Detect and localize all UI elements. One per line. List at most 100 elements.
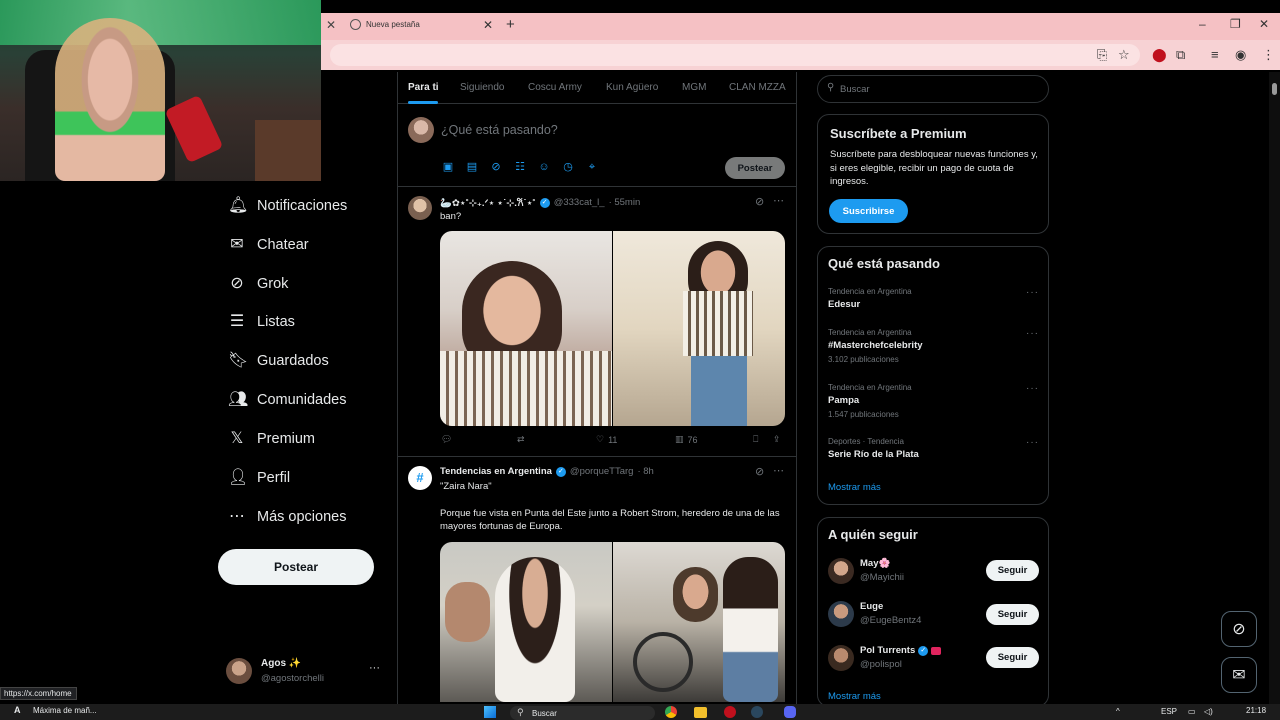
nav-item-premium[interactable]: 𝕏 Premium: [228, 426, 315, 452]
reply-button[interactable]: 💬︎: [441, 434, 452, 445]
follow-button[interactable]: Seguir: [986, 604, 1039, 625]
verified-icon: ✓: [918, 645, 929, 656]
nav-item-grok[interactable]: ⊘ Grok: [228, 271, 288, 297]
opera-icon[interactable]: ⬤: [1152, 47, 1167, 63]
post-handle[interactable]: @333cat_l_: [554, 197, 605, 208]
clock[interactable]: 21:18: [1246, 706, 1266, 715]
media-icon[interactable]: ≡: [1211, 47, 1219, 62]
nav-item-chat[interactable]: ✉︎ Chatear: [228, 232, 308, 258]
more-icon[interactable]: ···: [1026, 287, 1039, 298]
messages-float-button[interactable]: ✉: [1221, 657, 1257, 693]
more-icon[interactable]: ···: [1026, 328, 1039, 339]
post-author[interactable]: Tendencias en Argentina: [440, 466, 552, 477]
tab-coscu-army[interactable]: Coscu Army: [528, 82, 582, 93]
taskbar-notification[interactable]: Máxima de mañ...: [33, 706, 97, 715]
steam-icon[interactable]: [751, 706, 763, 718]
tab-close-icon[interactable]: ✕: [483, 18, 493, 32]
extensions-icon[interactable]: ⧉: [1176, 47, 1185, 63]
trend-item[interactable]: Tendencia en Argentina Edesur ···: [828, 287, 1038, 327]
install-icon[interactable]: ⎘: [1097, 47, 1107, 63]
post-image[interactable]: [440, 231, 612, 426]
post-button[interactable]: Postear: [218, 549, 374, 585]
volume-icon[interactable]: ◁): [1204, 707, 1213, 716]
discord-icon[interactable]: [784, 706, 796, 718]
more-icon[interactable]: ···: [1026, 383, 1039, 394]
post-text-quote: "Zaira Nara": [440, 481, 492, 492]
nav-item-bookmarks[interactable]: 🔖︎ Guardados: [228, 348, 329, 374]
more-icon[interactable]: ⋯: [773, 194, 784, 207]
trend-context: Tendencia en Argentina: [828, 383, 912, 392]
post-author[interactable]: 🦢✿⋆˚⊹₊.ᐟ⋆ ⋆˙⊹.𐙚˙⋆˚: [440, 196, 536, 209]
grok-icon[interactable]: ⊘: [490, 161, 502, 173]
language-indicator[interactable]: ESP: [1161, 707, 1177, 716]
scrollbar[interactable]: [1269, 72, 1280, 704]
address-bar[interactable]: [330, 44, 1140, 66]
grok-float-button[interactable]: ⊘: [1221, 611, 1257, 647]
gif-icon[interactable]: ▤: [466, 161, 478, 173]
windows-start-icon[interactable]: [484, 706, 496, 718]
new-tab-icon[interactable]: +: [506, 16, 515, 33]
subscribe-button[interactable]: Suscribirse: [829, 199, 908, 223]
account-switcher[interactable]: Agos ✨ @agostorchelli ···: [226, 656, 386, 686]
grok-icon[interactable]: ⊘: [755, 465, 764, 478]
nav-item-lists[interactable]: ☰ Listas: [228, 309, 295, 335]
chevron-up-icon[interactable]: ^: [1116, 707, 1120, 716]
nav-item-more[interactable]: ⋯ Más opciones: [228, 504, 346, 530]
tab-for-you[interactable]: Para ti: [408, 82, 439, 93]
share-button[interactable]: ⇪: [773, 434, 781, 445]
image-icon[interactable]: ▣: [442, 161, 454, 173]
folder-icon[interactable]: [694, 707, 707, 718]
taskbar-search[interactable]: ⚲ Buscar: [510, 706, 655, 720]
trend-item[interactable]: Tendencia en Argentina #Masterchefcelebr…: [828, 328, 1038, 378]
chrome-icon[interactable]: [665, 706, 677, 718]
scroll-thumb[interactable]: [1272, 83, 1277, 95]
window-close-icon[interactable]: ✕: [1259, 17, 1269, 31]
tab-kun-aguero[interactable]: Kun Agüero: [606, 82, 658, 93]
tab-mgm[interactable]: MGM: [682, 82, 706, 93]
post-handle[interactable]: @porqueTTarg: [570, 466, 634, 477]
envelope-icon: ✉︎: [230, 236, 244, 253]
post-time: · 55min: [608, 197, 641, 208]
trend-item[interactable]: Tendencia en Argentina Pampa 1.547 publi…: [828, 383, 1038, 433]
post-image[interactable]: [440, 542, 612, 702]
follow-button[interactable]: Seguir: [986, 647, 1039, 668]
opera-icon[interactable]: [724, 706, 736, 718]
suggestion-handle: @EugeBentz4: [860, 615, 922, 626]
close-icon[interactable]: ✕: [326, 18, 336, 32]
schedule-icon[interactable]: ◷: [562, 161, 574, 173]
like-button[interactable]: ♡ 11: [596, 434, 617, 445]
more-icon[interactable]: ···: [1026, 437, 1039, 448]
follow-button[interactable]: Seguir: [986, 560, 1039, 581]
nav-item-communities[interactable]: 👥︎ Comunidades: [228, 387, 346, 413]
show-more-follows-link[interactable]: Mostrar más: [828, 691, 881, 702]
affiliate-badge-icon: [931, 646, 942, 655]
post-image[interactable]: [613, 231, 785, 426]
tab-clan-mzza[interactable]: CLAN MZZA: [729, 82, 786, 93]
network-icon[interactable]: ▭: [1188, 707, 1196, 716]
post-image[interactable]: [613, 542, 785, 702]
compose-input[interactable]: ¿Qué está pasando?: [441, 123, 558, 137]
tab-following[interactable]: Siguiendo: [460, 82, 504, 93]
app-icon[interactable]: A: [14, 705, 23, 717]
trend-item[interactable]: Deportes · Tendencia Serie Río de la Pla…: [828, 437, 1038, 467]
avatar: [828, 601, 854, 627]
menu-icon[interactable]: ⋮: [1262, 47, 1275, 63]
profile-icon[interactable]: ◉: [1235, 47, 1246, 63]
star-icon[interactable]: ☆: [1118, 47, 1130, 63]
bookmark-button[interactable]: ⎕: [753, 434, 758, 445]
show-more-trends-link[interactable]: Mostrar más: [828, 482, 881, 493]
nav-item-notifications[interactable]: 🔔︎ Notificaciones: [228, 193, 347, 219]
views-button[interactable]: ▥ 76: [675, 434, 698, 445]
poll-icon[interactable]: ☷: [514, 161, 526, 173]
restore-icon[interactable]: ❐: [1230, 17, 1241, 31]
post-header: Tendencias en Argentina ✓ @porqueTTarg ·…: [440, 466, 654, 477]
compose-post-button[interactable]: Postear: [725, 157, 785, 179]
search-input[interactable]: ⚲ Buscar: [817, 75, 1049, 103]
minimize-icon[interactable]: –: [1199, 17, 1206, 31]
more-icon[interactable]: ⋯: [773, 464, 784, 477]
grok-icon[interactable]: ⊘: [755, 195, 764, 208]
emoji-icon[interactable]: ☺: [538, 161, 550, 173]
nav-item-profile[interactable]: 👤︎ Perfil: [228, 465, 290, 491]
location-icon[interactable]: ⌖: [586, 161, 598, 173]
repost-button[interactable]: ⇄: [517, 434, 525, 445]
